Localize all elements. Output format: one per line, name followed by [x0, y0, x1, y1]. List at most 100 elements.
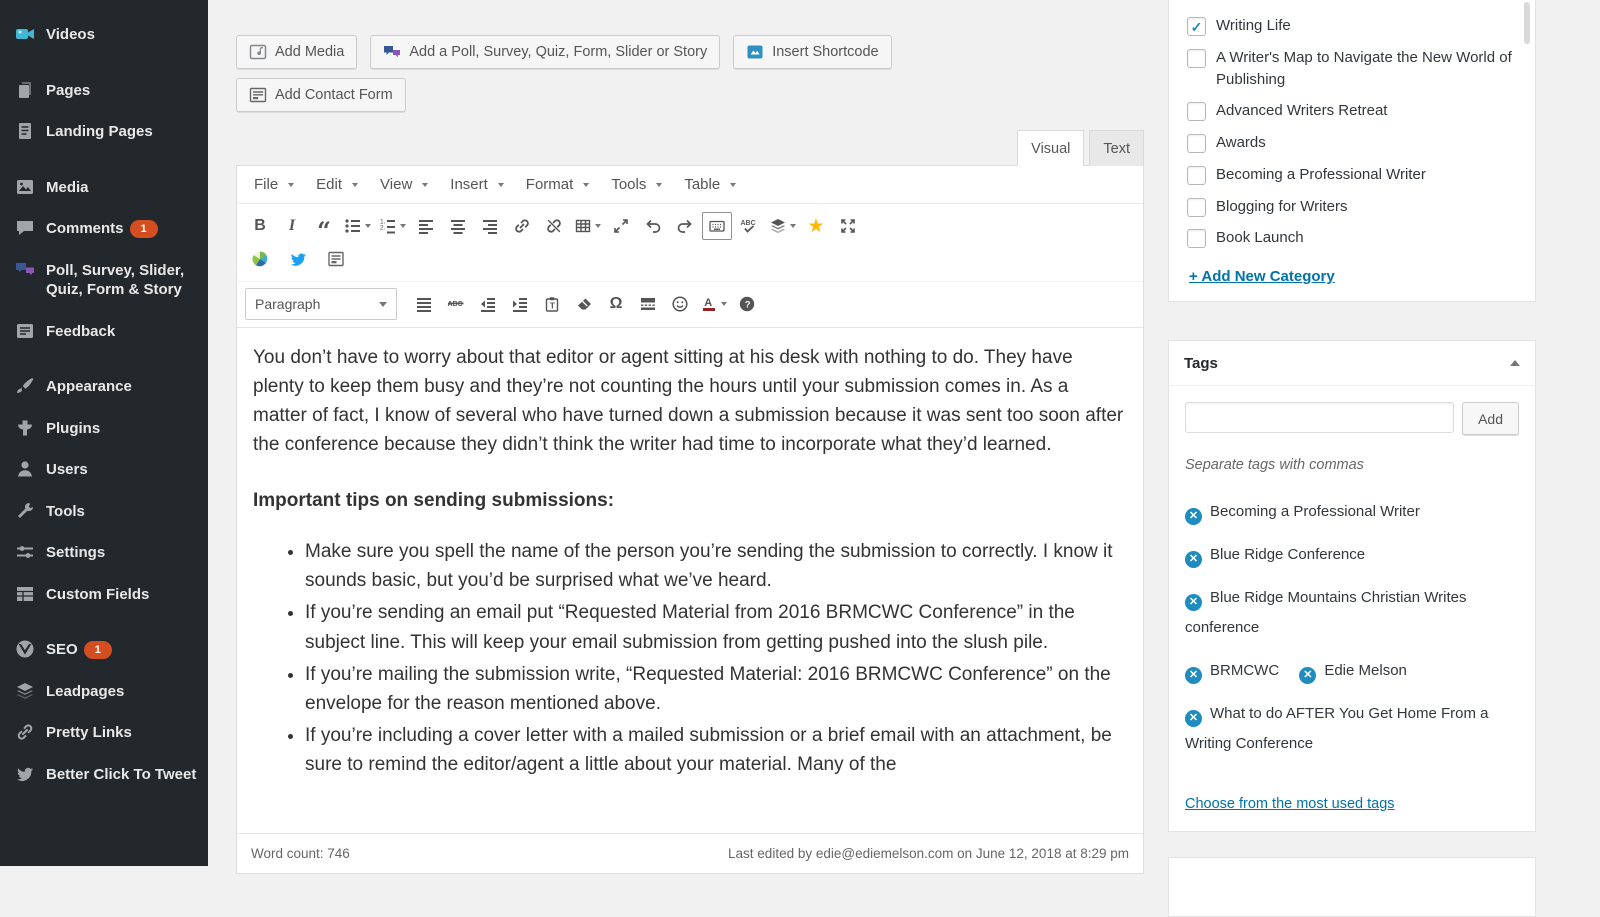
choose-most-used-tags-link[interactable]: Choose from the most used tags: [1185, 796, 1395, 812]
remove-tag-icon[interactable]: ✕: [1185, 507, 1202, 525]
table-button[interactable]: [571, 212, 604, 240]
tab-text[interactable]: Text: [1089, 130, 1144, 166]
insert-shortcode-button[interactable]: Insert Shortcode: [733, 35, 892, 69]
editor-content-area[interactable]: You don’t have to worry about that edito…: [237, 328, 1143, 833]
tags-panel-header[interactable]: Tags: [1169, 341, 1535, 386]
category-checkbox[interactable]: [1187, 48, 1206, 68]
remove-link-button[interactable]: [539, 212, 569, 240]
sidebar-item-comments[interactable]: Comments 1: [0, 208, 208, 250]
remove-tag-icon[interactable]: ✕: [1185, 593, 1202, 611]
bold-button[interactable]: B: [245, 212, 275, 240]
menu-edit[interactable]: Edit: [305, 170, 369, 199]
favorite-star-button[interactable]: ★: [801, 212, 831, 240]
read-more-button[interactable]: [633, 290, 663, 318]
justify-button[interactable]: [409, 290, 439, 318]
sidebar-item-landing-pages[interactable]: Landing Pages: [0, 111, 208, 153]
collapse-toggle-icon[interactable]: [1510, 360, 1520, 366]
remove-tag-icon[interactable]: ✕: [1299, 666, 1317, 684]
tag-list: ✕ Becoming a Professional Writer ✕ Blue Ri…: [1185, 497, 1519, 759]
indent-button[interactable]: [505, 290, 535, 318]
add-contact-form-button[interactable]: Add Contact Form: [236, 78, 406, 112]
category-label: A Writer's Map to Navigate the New World…: [1216, 48, 1512, 88]
sidebar-item-media[interactable]: Media: [0, 167, 208, 209]
text-color-button[interactable]: A: [697, 290, 730, 318]
align-center-button[interactable]: [443, 212, 473, 240]
paste-as-text-button[interactable]: T: [537, 290, 567, 318]
category-item: Becoming a Professional Writer: [1187, 159, 1521, 191]
spellcheck-button[interactable]: ABC: [734, 212, 764, 240]
sidebar-item-seo[interactable]: SEO 1: [0, 629, 208, 671]
redo-button[interactable]: [670, 212, 700, 240]
category-checkbox[interactable]: [1187, 102, 1206, 122]
sidebar-item-label: Better Click To Tweet: [46, 765, 197, 783]
media-buttons-row2: Add Contact Form: [236, 78, 1144, 112]
media-buttons-row: Add Media Add a Poll, Survey, Quiz, Form…: [236, 35, 1144, 69]
category-checkbox[interactable]: [1187, 229, 1206, 249]
menu-insert[interactable]: Insert: [439, 170, 515, 199]
symbols-pinwheel-button[interactable]: [245, 245, 275, 273]
category-checkbox[interactable]: [1187, 134, 1206, 153]
menu-table[interactable]: Table: [673, 170, 747, 199]
sidebar-item-pages[interactable]: Pages: [0, 70, 208, 112]
italic-button[interactable]: I: [277, 212, 307, 240]
twitter-button[interactable]: [283, 245, 313, 273]
sidebar-item-appearance[interactable]: Appearance: [0, 366, 208, 408]
strikethrough-button[interactable]: ABC: [441, 290, 471, 318]
help-button[interactable]: ?: [732, 290, 762, 318]
category-checkbox[interactable]: [1187, 17, 1206, 36]
sidebar-item-videos[interactable]: Videos: [0, 14, 208, 56]
menu-tools[interactable]: Tools: [600, 170, 673, 199]
comments-icon: [15, 218, 35, 238]
tag-label: What to do AFTER You Get Home From a Wri…: [1185, 705, 1489, 752]
layers-button[interactable]: [766, 212, 799, 240]
form-insert-button[interactable]: [321, 245, 351, 273]
align-right-button[interactable]: [475, 212, 505, 240]
sidebar-item-pretty-links[interactable]: Pretty Links: [0, 712, 208, 754]
sidebar-item-settings[interactable]: Settings: [0, 532, 208, 574]
menu-format[interactable]: Format: [515, 170, 601, 199]
outdent-button[interactable]: [473, 290, 503, 318]
category-checkbox[interactable]: [1187, 165, 1206, 185]
tag-input[interactable]: [1185, 402, 1455, 433]
categories-scrollbar[interactable]: [1524, 2, 1530, 44]
toolbar-toggle-button[interactable]: [702, 212, 732, 240]
paragraph-format-select[interactable]: Paragraph: [245, 288, 397, 320]
sidebar-item-feedback[interactable]: Feedback: [0, 311, 208, 353]
category-checkbox[interactable]: [1187, 197, 1206, 217]
special-character-button[interactable]: Ω: [601, 290, 631, 318]
tag-item: ✕ Blue Ridge Mountains Christian Writes c…: [1185, 589, 1467, 636]
bullet-list-button[interactable]: [341, 212, 374, 240]
sidebar-item-plugins[interactable]: Plugins: [0, 408, 208, 450]
add-new-category-link[interactable]: + Add New Category: [1189, 268, 1335, 285]
editor-mode-tabs: Visual Text: [236, 128, 1144, 166]
add-poll-survey-button[interactable]: Add a Poll, Survey, Quiz, Form, Slider o…: [370, 35, 721, 69]
menu-file[interactable]: File: [243, 170, 305, 199]
remove-tag-icon[interactable]: ✕: [1185, 709, 1202, 727]
blockquote-button[interactable]: “: [309, 212, 339, 243]
sidebar-item-leadpages[interactable]: Leadpages: [0, 671, 208, 713]
category-label: Awards: [1216, 134, 1266, 151]
sidebar-item-poll-survey[interactable]: Poll, Survey, Slider, Quiz, Form & Story: [0, 250, 208, 311]
distraction-free-button[interactable]: [606, 212, 636, 240]
tools-wrench-icon: [15, 501, 35, 521]
sidebar-item-better-click-to-tweet[interactable]: Better Click To Tweet: [0, 754, 208, 796]
insert-link-button[interactable]: [507, 212, 537, 240]
sidebar-item-custom-fields[interactable]: Custom Fields: [0, 574, 208, 616]
add-media-button[interactable]: Add Media: [236, 35, 358, 69]
add-tag-button[interactable]: Add: [1462, 402, 1519, 435]
align-left-button[interactable]: [411, 212, 441, 240]
fullscreen-button[interactable]: [833, 212, 863, 240]
remove-tag-icon[interactable]: ✕: [1185, 666, 1202, 684]
emoticons-button[interactable]: [665, 290, 695, 318]
undo-button[interactable]: [638, 212, 668, 240]
menu-view[interactable]: View: [369, 170, 439, 199]
remove-tag-icon[interactable]: ✕: [1185, 550, 1202, 568]
sidebar-item-tools[interactable]: Tools: [0, 491, 208, 533]
sidebar-item-users[interactable]: Users: [0, 449, 208, 491]
clear-formatting-button[interactable]: [569, 290, 599, 318]
plugins-icon: [15, 418, 35, 438]
numbered-list-button[interactable]: 1. 2.: [376, 212, 409, 240]
bullet-item: If you’re mailing the submission write, …: [305, 660, 1127, 718]
editor-statusbar: Word count: 746 Last edited by edie@edie…: [237, 833, 1143, 873]
tab-visual[interactable]: Visual: [1017, 130, 1085, 166]
